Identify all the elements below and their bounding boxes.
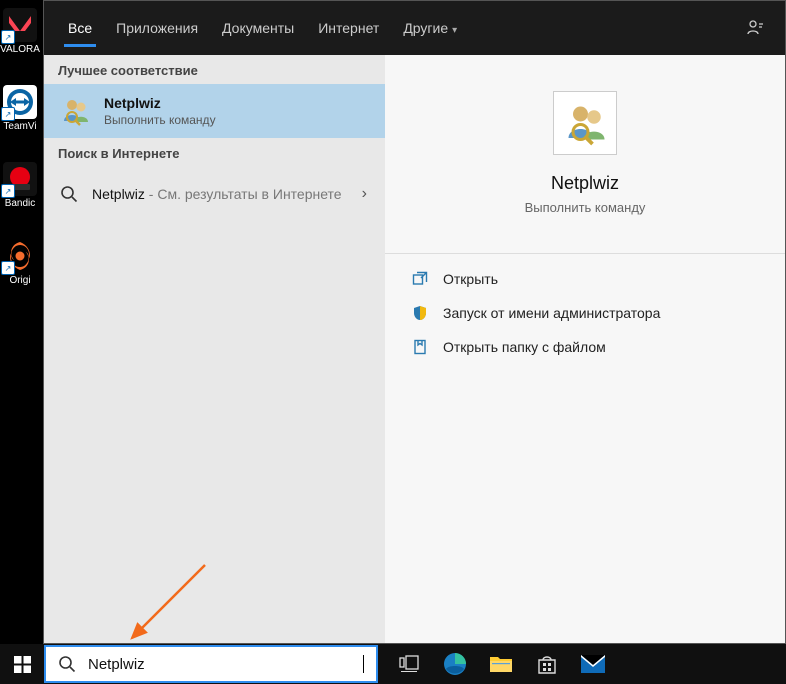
- shortcut-arrow-icon: ↗: [1, 30, 15, 44]
- results-column: Лучшее соответствие Netplwiz Выполнить к…: [44, 55, 385, 643]
- shield-icon: [411, 304, 429, 322]
- action-open-label: Открыть: [443, 271, 498, 287]
- open-icon: [411, 270, 429, 288]
- desktop-icon-origin[interactable]: ↗ Origi: [1, 239, 39, 286]
- action-open[interactable]: Открыть: [407, 262, 763, 296]
- chevron-right-icon: ›: [362, 185, 371, 203]
- result-netplwiz[interactable]: Netplwiz Выполнить команду: [44, 84, 385, 138]
- section-web-search: Поиск в Интернете: [44, 138, 385, 167]
- tab-documents[interactable]: Документы: [212, 1, 304, 55]
- folder-icon: [411, 338, 429, 356]
- shortcut-arrow-icon: ↗: [1, 107, 15, 121]
- preview-netplwiz-icon: [553, 91, 617, 155]
- taskbar-edge[interactable]: [432, 644, 478, 684]
- section-best-match: Лучшее соответствие: [44, 55, 385, 84]
- preview-title: Netplwiz: [551, 173, 619, 194]
- search-panel: Все Приложения Документы Интернет Другие…: [43, 0, 786, 644]
- result-subtitle: Выполнить команду: [104, 113, 371, 127]
- search-icon: [58, 655, 76, 673]
- tab-all[interactable]: Все: [58, 1, 102, 55]
- text-caret: [363, 655, 364, 673]
- desktop-icon-bandicam[interactable]: ↗ Bandic: [1, 162, 39, 209]
- feedback-button[interactable]: [739, 12, 771, 44]
- action-open-location[interactable]: Открыть папку с файлом: [407, 330, 763, 364]
- search-topbar: Все Приложения Документы Интернет Другие…: [44, 1, 785, 55]
- shortcut-arrow-icon: ↗: [1, 184, 15, 198]
- search-icon: [58, 177, 80, 211]
- preview-subtitle: Выполнить команду: [525, 200, 646, 215]
- desktop-icon-teamviewer[interactable]: ↗ TeamVi: [1, 85, 39, 132]
- tab-more[interactable]: Другие▾: [393, 1, 467, 55]
- taskbar-store[interactable]: [524, 644, 570, 684]
- desktop-icon-strip: ↗ VALORA ↗ TeamVi ↗ Bandic ↗ Origi: [0, 0, 40, 648]
- start-button[interactable]: [0, 644, 44, 684]
- taskbar: [0, 644, 786, 684]
- taskbar-taskview[interactable]: [386, 644, 432, 684]
- desktop-icon-valorant[interactable]: ↗ VALORA: [1, 8, 39, 55]
- taskbar-search-input[interactable]: [86, 655, 354, 674]
- action-run-admin-label: Запуск от имени администратора: [443, 305, 660, 321]
- tab-apps[interactable]: Приложения: [106, 1, 208, 55]
- taskbar-mail[interactable]: [570, 644, 616, 684]
- taskbar-search-box[interactable]: [44, 645, 378, 683]
- web-result-title: Netplwiz: [92, 186, 145, 202]
- taskbar-explorer[interactable]: [478, 644, 524, 684]
- preview-column: Netplwiz Выполнить команду Открыть Запус…: [385, 55, 785, 643]
- web-result-sub: - См. результаты в Интернете: [145, 186, 342, 202]
- action-open-location-label: Открыть папку с файлом: [443, 339, 606, 355]
- netplwiz-icon: [58, 94, 92, 128]
- tab-web[interactable]: Интернет: [308, 1, 389, 55]
- action-run-admin[interactable]: Запуск от имени администратора: [407, 296, 763, 330]
- result-web-netplwiz[interactable]: Netplwiz - См. результаты в Интернете ›: [44, 167, 385, 221]
- shortcut-arrow-icon: ↗: [1, 261, 15, 275]
- chevron-down-icon: ▾: [452, 25, 457, 36]
- result-title: Netplwiz: [104, 95, 371, 111]
